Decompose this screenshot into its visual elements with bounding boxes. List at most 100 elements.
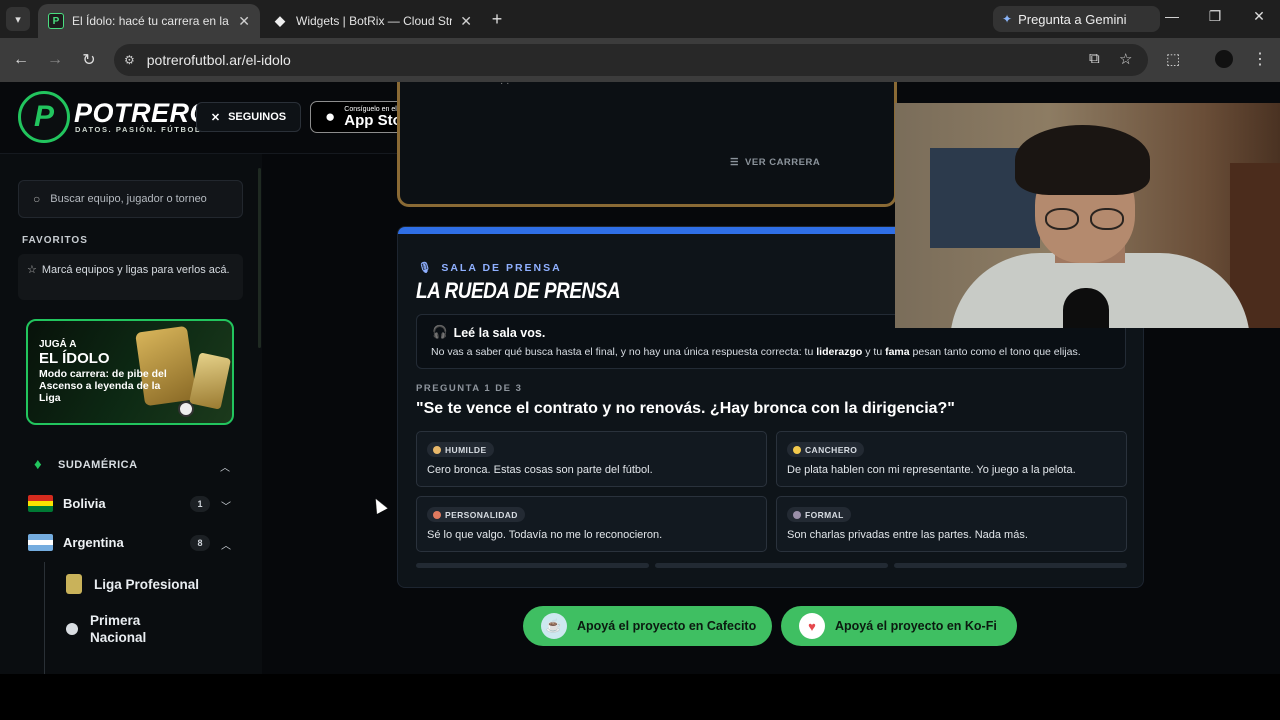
answer-text: Cero bronca. Estas cosas son parte del f… [427, 464, 653, 476]
career-card: · · ☰ VER CARRERA [397, 82, 897, 207]
league-item-primera-nacional[interactable]: Primera Nacional [66, 612, 170, 646]
search-box[interactable]: ○ [18, 180, 243, 218]
browser-tabstrip: ▾ P El Ídolo: hacé tu carrera en la Liga… [0, 0, 1280, 38]
install-app-icon[interactable]: ⧉ [1089, 50, 1100, 67]
answer-option-canchero[interactable]: CANCHERO De plata hablen con mi represen… [776, 431, 1127, 487]
apple-icon: ● [325, 107, 336, 126]
tree-connector-line [44, 562, 45, 674]
potrero-favicon-icon: P [48, 13, 64, 29]
forward-icon[interactable]: → [44, 49, 66, 71]
ver-carrera-label: VER CARRERA [745, 157, 821, 168]
new-tab-button[interactable]: + [486, 8, 508, 30]
question-progress-segment [655, 563, 888, 568]
reload-icon[interactable]: ↻ [78, 49, 100, 71]
answer-option-formal[interactable]: FORMAL Son charlas privadas entre las pa… [776, 496, 1127, 552]
back-icon[interactable]: ← [10, 49, 32, 71]
badge-label: HUMILDE [445, 444, 487, 455]
cafecito-icon: ☕ [541, 613, 567, 639]
support-cafecito-label: Apoyá el proyecto en Cafecito [577, 619, 757, 633]
badge-label: PERSONALIDAD [445, 509, 518, 520]
favorites-title: FAVORITOS [22, 235, 88, 246]
site-info-icon[interactable]: ⚙ [124, 53, 135, 67]
support-kofi-button[interactable]: ♥ Apoyá el proyecto en Ko-Fi [781, 606, 1017, 646]
mouse-cursor-icon [370, 496, 388, 514]
sidebar-scrollbar[interactable] [258, 168, 261, 348]
football-icon [178, 401, 194, 417]
tab-botrix[interactable]: ◆ Widgets | BotRix — Cloud Streaming ✕ [262, 4, 482, 38]
favorites-empty-box: ☆ Marcá equipos y ligas para verlos acá. [18, 254, 243, 300]
player-card-image [188, 352, 232, 410]
country-item-argentina[interactable]: Argentina [28, 534, 124, 551]
search-input[interactable] [50, 193, 231, 205]
badge-label: CANCHERO [805, 444, 858, 455]
tab-search-icon[interactable]: ▾ [6, 7, 30, 31]
gemini-label: Pregunta a Gemini [1018, 11, 1127, 27]
favorites-empty-text: Marcá equipos y ligas para verlos acá. [41, 264, 230, 276]
country-item-bolivia[interactable]: Bolivia [28, 495, 106, 512]
maximize-icon[interactable]: ❐ [1204, 8, 1226, 25]
hint-text: pesan tanto como el tono que elijas. [909, 346, 1081, 358]
answer-tone-badge: PERSONALIDAD [427, 507, 525, 522]
argentina-flag-icon [28, 534, 53, 551]
primera-nacional-badge-icon [66, 623, 78, 635]
potrero-logo-icon[interactable]: P [18, 91, 70, 143]
answer-tone-badge: FORMAL [787, 507, 851, 522]
close-tab-icon[interactable]: ✕ [238, 13, 250, 30]
bolivia-flag-icon [28, 495, 53, 512]
country-name: Argentina [63, 535, 124, 550]
answer-tone-badge: CANCHERO [787, 442, 865, 457]
kofi-heart-icon: ♥ [799, 613, 825, 639]
omnibox[interactable]: ⚙ potrerofutbol.ar/el-idolo [114, 44, 1148, 76]
webcam-overlay [895, 103, 1280, 328]
answer-tone-badge: HUMILDE [427, 442, 494, 457]
country-name: Bolivia [63, 496, 106, 511]
minimize-icon[interactable]: — [1161, 8, 1183, 24]
glasses-icon [1045, 208, 1079, 230]
ver-carrera-button[interactable]: ☰ VER CARRERA [730, 157, 820, 168]
chevron-up-icon[interactable]: ︿ [220, 459, 230, 474]
support-cafecito-button[interactable]: ☕ Apoyá el proyecto en Cafecito [523, 606, 772, 646]
answer-text: De plata hablen con mi representante. Yo… [787, 464, 1076, 476]
address-bar-row: ← → ↻ ⚙ potrerofutbol.ar/el-idolo [0, 38, 1280, 82]
logo-tagline: DATOS. PASIÓN. FÚTBOL. [75, 125, 205, 134]
tab-title: Widgets | BotRix — Cloud Streaming [296, 14, 453, 28]
menu-kebab-icon[interactable]: ⋮ [1252, 49, 1268, 69]
region-label: SUDAMÉRICA [58, 459, 138, 471]
press-title: LA RUEDA DE PRENSA [416, 278, 621, 303]
league-item-liga-profesional[interactable]: Liga Profesional [66, 574, 199, 594]
answer-option-humilde[interactable]: HUMILDE Cero bronca. Estas cosas son par… [416, 431, 767, 487]
headphones-icon: 🎧 [432, 325, 448, 339]
answer-option-personalidad[interactable]: PERSONALIDAD Sé lo que valgo. Todavía no… [416, 496, 767, 552]
region-sudamerica[interactable]: ♦ SUDAMÉRICA [34, 456, 138, 474]
tab-el-idolo[interactable]: P El Ídolo: hacé tu carrera en la Liga ✕ [38, 4, 260, 38]
answer-text: Sé lo que valgo. Todavía no me lo recono… [427, 529, 663, 541]
close-window-icon[interactable]: ✕ [1248, 8, 1270, 25]
hint-text: y tu [862, 346, 886, 358]
el-idolo-promo-card[interactable]: JUGÁ A EL ÍDOLO Modo carrera: de pibe de… [26, 319, 234, 425]
hint-text: No vas a saber qué busca hasta el final,… [431, 346, 817, 358]
south-america-map-icon: ♦ [34, 456, 42, 473]
hint-title: 🎧 Leé la sala vos. [432, 325, 545, 340]
bottom-letterbox [0, 674, 1280, 720]
search-icon: ○ [33, 192, 41, 206]
answer-text: Son charlas privadas entre las partes. N… [787, 529, 1028, 541]
follow-x-button[interactable]: ✕ SEGUINOS [196, 102, 301, 132]
chevron-down-icon[interactable]: ﹀ [221, 498, 231, 513]
sidebar: ○ FAVORITOS ☆ Marcá equipos y ligas para … [0, 154, 262, 674]
badge-label: FORMAL [805, 509, 844, 520]
close-tab-icon[interactable]: ✕ [460, 13, 472, 30]
hint-title-text: Leé la sala vos. [453, 325, 546, 340]
press-kicker: 🎙 SALA DE PRENSA [418, 261, 562, 275]
question-text: "Se te vence el contrato y no renovás. ¿… [416, 400, 955, 417]
question-progress-segment [416, 563, 649, 568]
gemini-button[interactable]: ✦ Pregunta a Gemini [993, 6, 1160, 32]
profile-avatar[interactable] [1215, 50, 1233, 68]
hint-body: No vas a saber qué busca hasta el final,… [431, 346, 1081, 358]
bookmark-star-icon[interactable]: ☆ [1119, 50, 1132, 68]
chevron-up-icon[interactable]: ︿ [221, 537, 231, 552]
webcam-person-hair [1015, 125, 1150, 195]
url-text[interactable]: potrerofutbol.ar/el-idolo [147, 52, 291, 68]
glasses-icon [1090, 208, 1124, 230]
extensions-icon[interactable]: ⬚ [1166, 50, 1180, 68]
liga-profesional-badge-icon [66, 574, 82, 594]
